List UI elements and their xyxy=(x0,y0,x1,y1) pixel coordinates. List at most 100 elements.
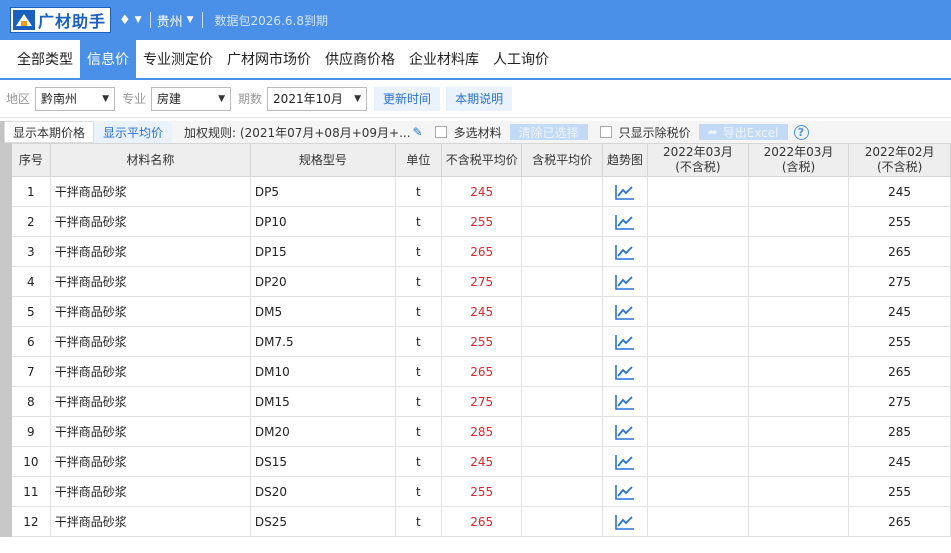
show-average-price-tab[interactable]: 显示平均价 xyxy=(94,121,173,143)
logo-icon xyxy=(13,10,35,30)
trend-chart-icon[interactable] xyxy=(615,214,635,230)
period-label: 期数 xyxy=(238,92,263,106)
checkbox-box[interactable] xyxy=(434,126,447,138)
row-number: 1 xyxy=(5,176,51,207)
trend-chart-icon[interactable] xyxy=(615,304,635,320)
clear-selection-button[interactable]: 清除已选择 xyxy=(509,124,588,140)
tab-info-price[interactable]: 信息价 xyxy=(80,40,136,78)
table-row[interactable]: 5 干拌商品砂浆 DM5 t 245 245 xyxy=(5,296,951,327)
avg-price-incl-tax xyxy=(521,476,603,507)
column-header[interactable]: 单位 xyxy=(394,143,443,177)
unit: t xyxy=(394,236,443,267)
tax-excluded-label: 只显示除税价 xyxy=(618,125,691,140)
column-header[interactable]: 2022年03月 (不含税) xyxy=(647,143,749,177)
table-row[interactable]: 6 干拌商品砂浆 DM7.5 t 255 255 xyxy=(5,326,951,357)
price-2022-03-incl-tax xyxy=(747,476,850,507)
trend-chart-icon[interactable] xyxy=(615,334,635,350)
unit: t xyxy=(394,416,443,447)
weight-rule-text: 加权规则: (2021年07月+08月+09月+... xyxy=(184,125,411,140)
table-row[interactable]: 4 干拌商品砂浆 DP20 t 275 275 xyxy=(5,266,951,297)
column-header[interactable]: 不含税平均价 xyxy=(440,143,523,177)
table-row[interactable]: 3 干拌商品砂浆 DP15 t 265 265 xyxy=(5,236,951,267)
table-row[interactable]: 2 干拌商品砂浆 DP10 t 255 255 xyxy=(5,206,951,237)
trend[interactable] xyxy=(601,206,649,237)
price-2022-03-excl-tax xyxy=(647,236,749,267)
price-2022-03-incl-tax xyxy=(747,206,850,237)
area-select[interactable]: 黔南州 ▼ xyxy=(35,86,116,111)
show-current-price-tab[interactable]: 显示本期价格 xyxy=(4,121,95,143)
checkbox-box[interactable] xyxy=(599,126,612,138)
trend-chart-icon[interactable] xyxy=(615,484,635,500)
table-row[interactable]: 7 干拌商品砂浆 DM10 t 265 265 xyxy=(5,356,951,387)
trend[interactable] xyxy=(601,386,649,417)
trend[interactable] xyxy=(601,476,649,507)
caret-down-icon[interactable]: ▼ xyxy=(135,15,142,25)
table-row[interactable]: 1 干拌商品砂浆 DP5 t 245 245 xyxy=(5,176,951,207)
material-name: 干拌商品砂浆 xyxy=(49,446,251,477)
trend-chart-icon[interactable] xyxy=(615,184,635,200)
tab-professional-price[interactable]: 专业测定价 xyxy=(136,40,220,78)
trend[interactable] xyxy=(601,356,649,387)
export-excel-button[interactable]: ➦ 导出Excel xyxy=(698,124,788,140)
trend-chart-icon[interactable] xyxy=(615,424,635,440)
table-row[interactable]: 8 干拌商品砂浆 DM15 t 275 275 xyxy=(5,386,951,417)
trend[interactable] xyxy=(601,326,649,357)
diamond-icon[interactable]: ♦ xyxy=(119,13,131,28)
help-icon[interactable]: ? xyxy=(793,124,809,140)
spec-model: DP10 xyxy=(249,206,396,237)
trend-chart-icon[interactable] xyxy=(615,454,635,470)
spec-model: DP15 xyxy=(249,236,396,267)
material-name: 干拌商品砂浆 xyxy=(49,176,251,207)
major-select[interactable]: 房建 ▼ xyxy=(151,86,232,111)
price-2022-02-excl-tax: 255 xyxy=(848,206,951,237)
export-icon: ➦ xyxy=(707,125,718,139)
avg-price-excl-tax: 265 xyxy=(440,506,523,537)
table-row[interactable]: 9 干拌商品砂浆 DM20 t 285 285 xyxy=(5,416,951,447)
title-bar: 广材助手 ♦ ▼ 贵州 ▼ 数据包2026.6.8到期 xyxy=(0,0,951,40)
option-bar: 显示本期价格 显示平均价 加权规则: (2021年07月+08月+09月+...… xyxy=(0,121,951,143)
tab-supplier-price[interactable]: 供应商价格 xyxy=(318,40,402,78)
trend-chart-icon[interactable] xyxy=(615,244,635,260)
column-header[interactable]: 含税平均价 xyxy=(521,143,603,177)
plan-expiry: 数据包2026.6.8到期 xyxy=(214,13,328,28)
avg-price-excl-tax: 245 xyxy=(440,296,523,327)
period-notes-button[interactable]: 本期说明 xyxy=(446,86,513,111)
period-select[interactable]: 2021年10月 ▼ xyxy=(267,86,368,111)
trend[interactable] xyxy=(601,236,649,267)
trend-chart-icon[interactable] xyxy=(615,394,635,410)
tab-market-price[interactable]: 广材网市场价 xyxy=(220,40,318,78)
multi-select-checkbox[interactable]: 多选材料 xyxy=(434,124,502,141)
trend-chart-icon[interactable] xyxy=(615,274,635,290)
column-header[interactable]: 规格型号 xyxy=(249,143,396,177)
trend-chart-icon[interactable] xyxy=(615,364,635,380)
column-header[interactable]: 序号 xyxy=(5,143,51,177)
column-header[interactable]: 2022年03月 (含税) xyxy=(747,143,850,177)
tab-manual-inquiry[interactable]: 人工询价 xyxy=(486,40,556,78)
row-number: 11 xyxy=(5,476,51,507)
column-header[interactable]: 2022年02月 (不含税) xyxy=(848,143,951,177)
trend[interactable] xyxy=(601,506,649,537)
table-row[interactable]: 11 干拌商品砂浆 DS20 t 255 255 xyxy=(5,476,951,507)
trend[interactable] xyxy=(601,266,649,297)
trend[interactable] xyxy=(601,176,649,207)
column-header[interactable]: 材料名称 xyxy=(49,143,251,177)
tab-all-types[interactable]: 全部类型 xyxy=(10,40,80,78)
trend[interactable] xyxy=(601,446,649,477)
tab-enterprise-library[interactable]: 企业材料库 xyxy=(402,40,486,78)
update-time-button[interactable]: 更新时间 xyxy=(374,86,441,111)
pencil-icon[interactable]: ✎ xyxy=(413,125,423,139)
price-2022-02-excl-tax: 275 xyxy=(848,266,951,297)
table-row[interactable]: 12 干拌商品砂浆 DS25 t 265 265 xyxy=(5,506,951,537)
trend[interactable] xyxy=(601,416,649,447)
column-header[interactable]: 趋势图 xyxy=(601,143,649,177)
row-number: 4 xyxy=(5,266,51,297)
price-table: 序号 材料名称 规格型号 单位 不含税平均价 含税平均价 趋势图 2022年03月 (不含税)… xyxy=(0,143,951,537)
row-number: 10 xyxy=(5,446,51,477)
trend-chart-icon[interactable] xyxy=(615,514,635,530)
table-row[interactable]: 10 干拌商品砂浆 DS15 t 245 245 xyxy=(5,446,951,477)
price-2022-03-excl-tax xyxy=(647,386,749,417)
region-caret-icon[interactable]: ▼ xyxy=(187,15,194,25)
trend[interactable] xyxy=(601,296,649,327)
region-selector[interactable]: 贵州 xyxy=(157,11,183,30)
tax-excluded-checkbox[interactable]: 只显示除税价 xyxy=(599,124,691,141)
